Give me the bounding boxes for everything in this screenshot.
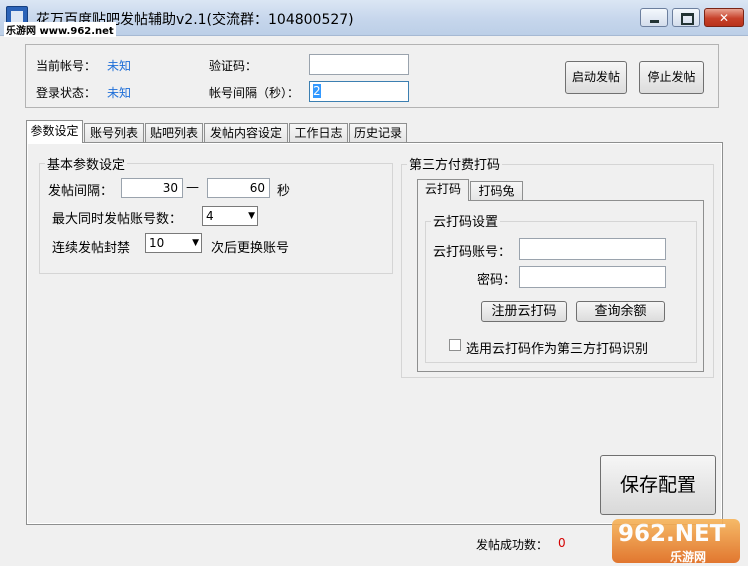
max-accounts-label: 最大同时发帖账号数： bbox=[52, 212, 183, 227]
account-interval-value: 2 bbox=[313, 84, 321, 98]
ban-threshold-suffix: 次后更换账号 bbox=[211, 241, 290, 256]
post-interval-min-input[interactable]: 30 bbox=[121, 178, 183, 198]
tab-account-list[interactable]: 账号列表 bbox=[84, 123, 144, 142]
yundama-account-label: 云打码账号： bbox=[433, 245, 512, 260]
yundama-settings-title: 云打码设置 bbox=[431, 211, 501, 230]
query-balance-button[interactable]: 查询余额 bbox=[576, 301, 665, 322]
max-accounts-select[interactable]: 4 ▼ bbox=[202, 206, 258, 226]
seconds-unit-label: 秒 bbox=[277, 184, 291, 199]
current-account-value: 未知 bbox=[107, 59, 132, 73]
use-yundama-checkbox-label[interactable]: 选用云打码作为第三方打码识别 bbox=[466, 338, 648, 357]
yundama-account-input[interactable] bbox=[519, 238, 666, 260]
post-interval-label: 发帖间隔： bbox=[48, 184, 114, 199]
account-interval-input[interactable]: 2 bbox=[309, 81, 409, 102]
tab-work-log[interactable]: 工作日志 bbox=[289, 123, 348, 142]
subtab-yundama[interactable]: 云打码 bbox=[417, 179, 469, 201]
site-watermark: 乐游网 www.962.net bbox=[4, 22, 116, 37]
register-yundama-button[interactable]: 注册云打码 bbox=[481, 301, 567, 322]
post-interval-max-input[interactable]: 60 bbox=[207, 178, 270, 198]
tab-tieba-list[interactable]: 贴吧列表 bbox=[145, 123, 203, 142]
captcha-label: 验证码： bbox=[209, 59, 258, 73]
minimize-button[interactable] bbox=[640, 8, 668, 27]
account-interval-label: 帐号间隔（秒）： bbox=[209, 86, 300, 100]
yundama-password-input[interactable] bbox=[519, 266, 666, 288]
post-success-count-label: 发帖成功数： bbox=[476, 538, 549, 552]
use-yundama-checkbox[interactable] bbox=[449, 339, 461, 351]
subtab-damatu[interactable]: 打码兔 bbox=[470, 181, 523, 201]
basic-settings-title: 基本参数设定 bbox=[45, 154, 128, 173]
current-account-label: 当前帐号： bbox=[36, 59, 97, 73]
chevron-down-icon: ▼ bbox=[248, 211, 255, 221]
chevron-down-icon: ▼ bbox=[192, 238, 199, 248]
register-yundama-label: 注册云打码 bbox=[491, 304, 557, 319]
tab-parameter-settings[interactable]: 参数设定 bbox=[26, 120, 83, 143]
watermark-subtext: 乐游网 bbox=[670, 550, 707, 564]
close-button[interactable] bbox=[704, 8, 744, 27]
ban-threshold-select[interactable]: 10 ▼ bbox=[145, 233, 202, 253]
tab-post-content[interactable]: 发帖内容设定 bbox=[204, 123, 288, 142]
save-config-label: 保存配置 bbox=[619, 474, 696, 496]
login-status-value: 未知 bbox=[107, 86, 132, 100]
save-config-button[interactable]: 保存配置 bbox=[600, 455, 716, 515]
post-success-count-value: 0 bbox=[558, 536, 566, 550]
interval-dash: — bbox=[186, 180, 199, 195]
captcha-input[interactable] bbox=[309, 54, 409, 75]
query-balance-label: 查询余额 bbox=[594, 304, 647, 319]
tab-history[interactable]: 历史记录 bbox=[349, 123, 407, 142]
ban-threshold-label: 连续发帖封禁 bbox=[52, 241, 131, 256]
start-posting-button[interactable]: 启动发帖 bbox=[565, 61, 627, 94]
login-status-label: 登录状态： bbox=[36, 86, 97, 100]
third-party-captcha-title: 第三方付费打码 bbox=[407, 154, 503, 173]
stop-posting-button[interactable]: 停止发帖 bbox=[639, 61, 704, 94]
maximize-button[interactable] bbox=[672, 8, 700, 27]
stop-posting-label: 停止发帖 bbox=[647, 70, 696, 84]
ban-threshold-value: 10 bbox=[149, 236, 165, 250]
yundama-password-label: 密码： bbox=[477, 273, 517, 288]
start-posting-label: 启动发帖 bbox=[571, 70, 620, 84]
max-accounts-value: 4 bbox=[206, 209, 214, 223]
